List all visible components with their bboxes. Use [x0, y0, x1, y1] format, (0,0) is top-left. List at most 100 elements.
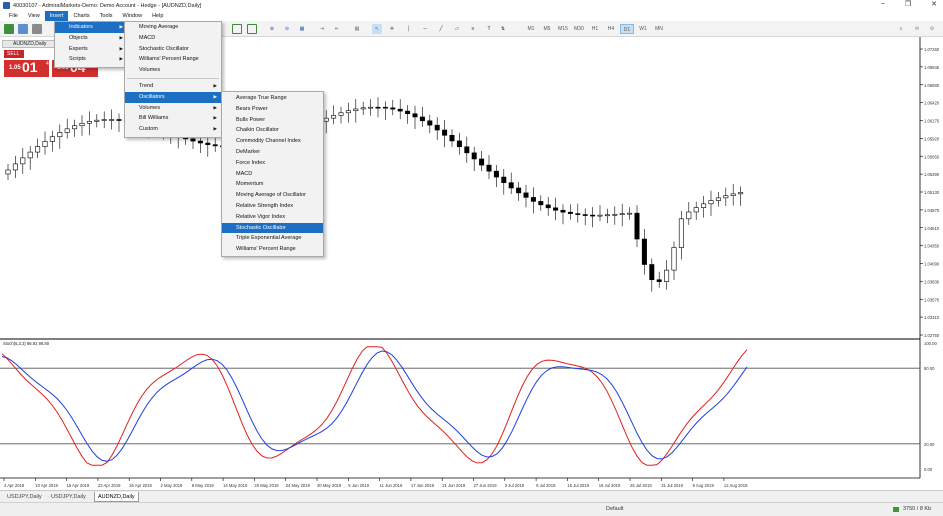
- candle-body: [715, 197, 721, 201]
- market-watch-icon[interactable]: [32, 24, 42, 34]
- zoom-out-icon[interactable]: ⊖: [282, 24, 292, 34]
- submenu-arrow-icon: ▶: [213, 82, 217, 88]
- menu-item-cci[interactable]: Commodity Channel Index: [222, 136, 323, 147]
- date-tick-label: 26 Apr 2019: [129, 483, 152, 488]
- timeframe-w1[interactable]: W1: [636, 24, 650, 34]
- menu-file[interactable]: File: [4, 11, 23, 21]
- restore-button[interactable]: ❐: [905, 0, 911, 8]
- menu-item-force-index[interactable]: Force Index: [222, 158, 323, 169]
- menu-item-trend[interactable]: Trend ▶: [125, 81, 221, 92]
- menu-item-experts[interactable]: Experts ▶: [55, 44, 127, 55]
- sell-price-button[interactable]: 1.05 01 4: [4, 59, 49, 77]
- timeframe-d1[interactable]: D1: [620, 24, 634, 34]
- price-tick-label: 1.02750: [924, 333, 940, 338]
- menu-item-demarker[interactable]: DeMarker: [222, 147, 323, 158]
- price-tick-label: 1.06680: [924, 83, 940, 88]
- menu-item-stochastic[interactable]: Stochastic Oscillator: [125, 44, 221, 55]
- stoch-signal-line: [1, 350, 748, 462]
- menu-item-rvi[interactable]: Relative Vigor Index: [222, 212, 323, 223]
- menu-item-osc-macd[interactable]: MACD: [222, 169, 323, 180]
- menu-item-trix[interactable]: Triple Exponential Average: [222, 233, 323, 244]
- timeframe-m1[interactable]: M1: [524, 24, 538, 34]
- zoom-in-icon[interactable]: ⊕: [267, 24, 277, 34]
- menu-item-osma[interactable]: Moving Average of Oscillator: [222, 190, 323, 201]
- cursor-icon[interactable]: ↖: [372, 24, 382, 34]
- candle-body: [649, 264, 655, 281]
- status-profile: Default: [606, 506, 624, 512]
- menu-charts[interactable]: Charts: [68, 11, 94, 21]
- sell-button[interactable]: SELL: [4, 50, 24, 58]
- chart-shift-icon[interactable]: ⇤: [332, 24, 342, 34]
- menu-item-atr[interactable]: Average True Range: [222, 93, 323, 104]
- price-tick-label: 1.07260: [924, 47, 940, 52]
- candle-body: [12, 163, 18, 171]
- candle-body: [604, 214, 610, 217]
- bar-chart-icon[interactable]: [232, 24, 242, 34]
- autoscroll-icon[interactable]: ⇥: [317, 24, 327, 34]
- submenu-arrow-icon: ▶: [213, 104, 217, 110]
- tab-usdjpy-1[interactable]: USDJPY,Daily: [4, 492, 45, 502]
- menu-item-rsi[interactable]: Relative Strength Index: [222, 201, 323, 212]
- timeframe-m5[interactable]: M5: [540, 24, 554, 34]
- search-icon[interactable]: ⌕: [896, 24, 906, 34]
- menu-help[interactable]: Help: [147, 11, 168, 21]
- vertical-line-icon[interactable]: │: [404, 24, 414, 34]
- profiles-icon[interactable]: [18, 24, 28, 34]
- price-tick-label: 1.05130: [924, 190, 940, 195]
- timeframe-h4[interactable]: H4: [604, 24, 618, 34]
- trendline-icon[interactable]: ╱: [436, 24, 446, 34]
- horizontal-line-icon[interactable]: ─: [420, 24, 430, 34]
- menu-view[interactable]: View: [23, 11, 45, 21]
- timeframe-h1[interactable]: H1: [588, 24, 602, 34]
- timeframe-m30[interactable]: M30: [572, 24, 586, 34]
- menu-item-moving-average[interactable]: Moving Average: [125, 22, 221, 33]
- timeframe-mn[interactable]: MN: [652, 24, 666, 34]
- menu-item-scripts[interactable]: Scripts ▶: [55, 54, 127, 65]
- crosshair-icon[interactable]: ✛: [387, 24, 397, 34]
- menu-item-macd[interactable]: MACD: [125, 33, 221, 44]
- minimize-button[interactable]: –: [881, 0, 885, 8]
- tab-usdjpy-2[interactable]: USDJPY,Daily: [48, 492, 89, 502]
- candle-body: [434, 124, 440, 131]
- menu-item-volumes-group[interactable]: Volumes ▶: [125, 103, 221, 114]
- date-tick-label: 16 Apr 2019: [67, 483, 90, 488]
- date-tick-label: 19 Jul 2019: [599, 483, 621, 488]
- menu-item-objects[interactable]: Objects ▶: [55, 33, 127, 44]
- fibonacci-icon[interactable]: ≡: [468, 24, 478, 34]
- menu-insert[interactable]: Insert: [44, 11, 69, 21]
- menu-item-volumes[interactable]: Volumes: [125, 65, 221, 76]
- candle-body: [656, 279, 662, 282]
- chat-icon[interactable]: ✉: [912, 24, 922, 34]
- insert-menu: Indicators ▶ Objects ▶ Experts ▶ Scripts ▶: [54, 21, 128, 68]
- menu-item-osc-williams[interactable]: Williams' Percent Range: [222, 244, 323, 255]
- menu-tools[interactable]: Tools: [95, 11, 118, 21]
- channel-icon[interactable]: ▱: [452, 24, 462, 34]
- status-traffic: 3750 / 8 Kb: [903, 506, 932, 512]
- sell-price-main: 01: [22, 59, 38, 75]
- tile-windows-icon[interactable]: ▦: [297, 24, 307, 34]
- price-tick-label: 1.06420: [924, 101, 940, 106]
- menu-item-williams[interactable]: Williams' Percent Range: [125, 54, 221, 65]
- menu-item-bears-power[interactable]: Bears Power: [222, 104, 323, 115]
- text-icon[interactable]: T: [484, 24, 494, 34]
- menu-item-indicators[interactable]: Indicators ▶: [55, 22, 127, 33]
- arrows-icon[interactable]: ⇅: [498, 24, 508, 34]
- new-chart-icon[interactable]: [4, 24, 14, 34]
- candle-body: [523, 192, 529, 198]
- menu-item-bulls-power[interactable]: Bulls Power: [222, 115, 323, 126]
- candlestick-icon[interactable]: [247, 24, 257, 34]
- window-title: 40030107 - AdmiralMarkets-Demo: Demo Acc…: [13, 2, 202, 9]
- menu-item-custom[interactable]: Custom ▶: [125, 124, 221, 135]
- settings-icon[interactable]: ⚙: [927, 24, 937, 34]
- menu-item-chaikin[interactable]: Chaikin Oscillator: [222, 125, 323, 136]
- menu-item-osc-stochastic[interactable]: Stochastic Oscillator: [222, 222, 323, 234]
- close-button[interactable]: ✕: [931, 0, 937, 8]
- timeframe-m15[interactable]: M15: [556, 24, 570, 34]
- tab-audnzd[interactable]: AUDNZD,Daily: [94, 492, 139, 502]
- menu-item-bill-williams[interactable]: Bill Williams ▶: [125, 113, 221, 124]
- candle-body: [360, 107, 366, 110]
- menu-item-oscillators[interactable]: Oscillators ▶: [125, 91, 221, 103]
- indicators-list-icon[interactable]: ▤: [352, 24, 362, 34]
- menu-window[interactable]: Window: [118, 11, 148, 21]
- menu-item-momentum[interactable]: Momentum: [222, 179, 323, 190]
